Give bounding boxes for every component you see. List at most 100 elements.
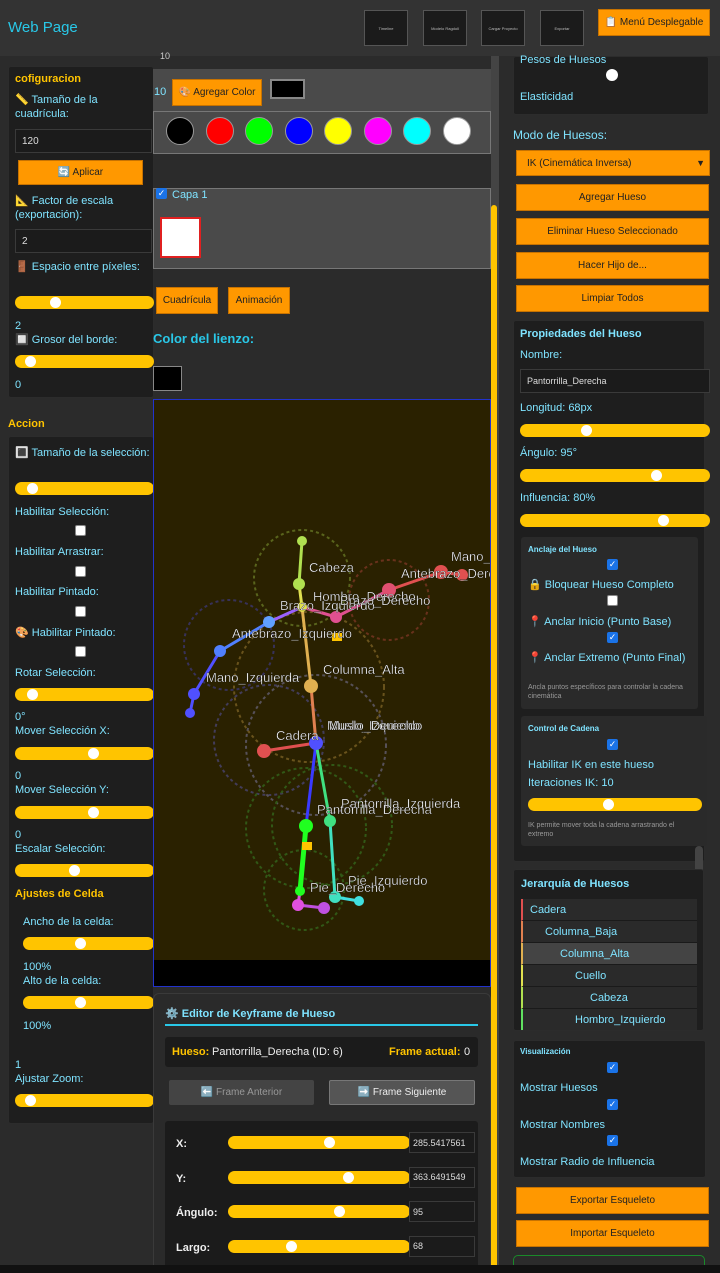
- move-y-value: 0: [15, 829, 22, 841]
- brand-title[interactable]: Web Page: [8, 19, 78, 36]
- slider-thumb[interactable]: [602, 799, 614, 810]
- grid-size-input[interactable]: 120: [15, 129, 152, 153]
- import-skeleton-button[interactable]: Importar Esqueleto: [516, 1220, 709, 1247]
- center-scrollbar-thumb[interactable]: [491, 205, 497, 1273]
- color-swatch[interactable]: [245, 117, 273, 145]
- slider-thumb[interactable]: [580, 425, 592, 436]
- bone-label-cabeza: Cabeza: [309, 560, 355, 575]
- color-swatch[interactable]: [403, 117, 431, 145]
- prev-frame-button[interactable]: ⬅️ Frame Anterior: [169, 1080, 314, 1105]
- keyframe-field-slider[interactable]: [228, 1170, 410, 1184]
- keyframe-field-slider[interactable]: [228, 1136, 410, 1149]
- slider-thumb[interactable]: [650, 470, 662, 481]
- skeleton-drawing[interactable]: Cabeza Hombro_Derecho Brazo_Izquierdo Br…: [154, 400, 491, 987]
- enable-drag-checkbox[interactable]: [75, 566, 86, 577]
- add-color-button[interactable]: 🎨 Agregar Color: [172, 79, 262, 106]
- skeleton-canvas[interactable]: Cabeza Hombro_Derecho Brazo_Izquierdo Br…: [153, 399, 491, 987]
- layer-thumbnail[interactable]: [160, 217, 201, 258]
- color-swatch[interactable]: [442, 117, 471, 145]
- slider-thumb[interactable]: [342, 1171, 354, 1183]
- hierarchy-item[interactable]: Hombro_Izquierdo: [521, 1009, 697, 1030]
- hierarchy-item[interactable]: Columna_Alta: [521, 943, 697, 965]
- tab-grid[interactable]: Cuadrícula: [156, 287, 218, 314]
- color-picker[interactable]: [270, 79, 305, 99]
- chevron-down-icon: ▼: [696, 158, 705, 168]
- next-frame-button[interactable]: ➡️ Frame Siguiente: [329, 1080, 475, 1105]
- selection-size-slider[interactable]: [15, 482, 154, 495]
- timeline-button[interactable]: Timeline: [364, 10, 408, 46]
- load-project-button[interactable]: Cargar Proyecto: [481, 10, 525, 46]
- color-swatch[interactable]: [166, 117, 194, 145]
- rotate-selection-slider[interactable]: [15, 688, 154, 701]
- enable-selection-checkbox[interactable]: [75, 525, 86, 536]
- scale-selection-slider[interactable]: [15, 864, 154, 877]
- apply-button[interactable]: 🔄 Aplicar: [18, 160, 143, 185]
- canvas-color-picker[interactable]: [153, 366, 182, 391]
- slider-thumb[interactable]: [25, 356, 37, 367]
- ragdoll-button[interactable]: Modelo Ragdoll: [423, 10, 467, 46]
- bone-angle-slider[interactable]: [520, 469, 710, 482]
- bottom-scrollbar[interactable]: [0, 1265, 720, 1273]
- clear-all-button[interactable]: Limpiar Todos: [516, 285, 709, 312]
- scale-factor-input[interactable]: 2: [15, 229, 152, 253]
- pixel-spacing-slider[interactable]: [15, 296, 154, 309]
- keyframe-field-value[interactable]: 95: [409, 1201, 475, 1222]
- export-skeleton-button[interactable]: Exportar Esqueleto: [516, 1187, 709, 1214]
- slider-thumb[interactable]: [657, 515, 669, 526]
- slider-thumb[interactable]: [334, 1206, 346, 1217]
- keyframe-field-slider[interactable]: [228, 1205, 410, 1218]
- layer-checkbox[interactable]: ✓: [156, 188, 167, 199]
- slider-thumb[interactable]: [87, 748, 99, 759]
- make-child-button[interactable]: Hacer Hijo de...: [516, 252, 709, 279]
- slider-thumb[interactable]: [26, 689, 38, 700]
- enable-paint2-checkbox[interactable]: [75, 646, 86, 657]
- slider-thumb[interactable]: [26, 483, 38, 494]
- hierarchy-item[interactable]: Cabeza: [521, 987, 697, 1009]
- slider-thumb[interactable]: [49, 297, 61, 308]
- color-swatch[interactable]: [205, 117, 234, 145]
- weights-radio[interactable]: [606, 69, 618, 81]
- slider-thumb[interactable]: [74, 938, 86, 949]
- cell-height-slider[interactable]: [23, 996, 154, 1009]
- anchor-checkbox[interactable]: ✓: [607, 559, 618, 570]
- dropdown-menu-button[interactable]: 📋 Menú Desplegable: [598, 9, 710, 36]
- bone-influence-slider[interactable]: [520, 514, 710, 527]
- layer-name[interactable]: Capa 1: [172, 189, 207, 201]
- anchor-start-checkbox[interactable]: ✓: [607, 632, 618, 643]
- slider-thumb[interactable]: [286, 1240, 298, 1252]
- bone-mode-select[interactable]: IK (Cinemática Inversa) ▼: [516, 150, 710, 176]
- hierarchy-item[interactable]: Columna_Baja: [521, 921, 697, 943]
- color-swatch[interactable]: [284, 117, 313, 145]
- bone-name-input[interactable]: Pantorrilla_Derecha: [520, 369, 710, 393]
- move-x-slider[interactable]: [15, 747, 154, 760]
- zoom-slider[interactable]: [15, 1094, 154, 1107]
- delete-bone-button[interactable]: Eliminar Hueso Seleccionado: [516, 218, 709, 245]
- keyframe-field-value[interactable]: 68: [409, 1235, 475, 1257]
- slider-thumb[interactable]: [74, 997, 86, 1008]
- cell-width-slider[interactable]: [23, 937, 154, 950]
- export-button[interactable]: Exportar: [540, 10, 584, 46]
- bone-length-slider[interactable]: [520, 424, 710, 437]
- enable-ik-checkbox[interactable]: ✓: [607, 739, 618, 750]
- hierarchy-item[interactable]: Cadera: [521, 899, 697, 921]
- slider-thumb[interactable]: [323, 1137, 335, 1148]
- show-names-checkbox[interactable]: ✓: [607, 1099, 618, 1110]
- keyframe-field-value[interactable]: 363.6491549: [409, 1166, 475, 1188]
- color-swatch[interactable]: [324, 117, 352, 145]
- add-bone-button[interactable]: Agregar Hueso: [516, 184, 709, 211]
- show-bones-checkbox[interactable]: ✓: [607, 1062, 618, 1073]
- slider-thumb[interactable]: [68, 865, 80, 876]
- lock-bone-checkbox[interactable]: [607, 595, 618, 606]
- keyframe-field-value[interactable]: 285.5417561: [409, 1132, 475, 1153]
- move-y-slider[interactable]: [15, 806, 154, 819]
- border-width-slider[interactable]: [15, 355, 154, 368]
- keyframe-field-slider[interactable]: [228, 1239, 410, 1253]
- hierarchy-item[interactable]: Cuello: [521, 965, 697, 987]
- color-swatch[interactable]: [363, 117, 392, 145]
- enable-paint-checkbox[interactable]: [75, 606, 86, 617]
- ik-iterations-slider[interactable]: [528, 798, 702, 811]
- tab-animation[interactable]: Animación: [228, 287, 290, 314]
- slider-thumb[interactable]: [25, 1095, 37, 1106]
- slider-thumb[interactable]: [87, 807, 99, 818]
- show-radius-checkbox[interactable]: ✓: [607, 1135, 618, 1146]
